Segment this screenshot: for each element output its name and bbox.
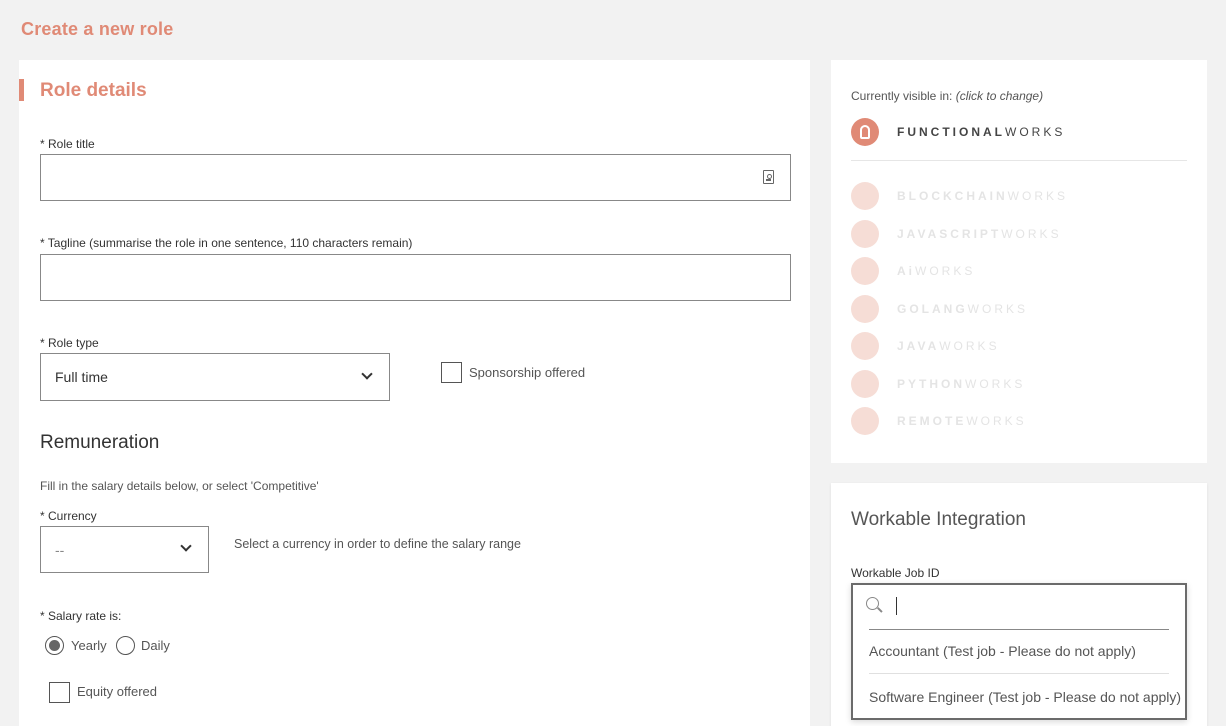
workable-job-dropdown[interactable]: Accountant (Test job - Please do not app… — [851, 583, 1187, 720]
job-option-accountant[interactable]: Accountant (Test job - Please do not app… — [869, 643, 1185, 659]
option-divider — [869, 673, 1169, 674]
tagline-label: * Tagline (summarise the role in one sen… — [40, 236, 413, 250]
visibility-card: Currently visible in: (click to change) … — [831, 60, 1207, 463]
brand-ai-name: AiWORKS — [897, 264, 976, 278]
brand-java-name: JAVAWORKS — [897, 339, 1000, 353]
brand-golang[interactable]: GOLANGWORKS — [851, 295, 1028, 323]
visibility-label-text: Currently visible in: — [851, 89, 953, 103]
functional-logo-icon — [851, 118, 879, 146]
blockchain-logo-icon — [851, 182, 879, 210]
currency-label: * Currency — [40, 509, 97, 523]
role-title-input[interactable] — [40, 154, 791, 201]
currency-hint: Select a currency in order to define the… — [234, 537, 521, 551]
brand-javascript-name: JAVASCRIPTWORKS — [897, 227, 1062, 241]
python-logo-icon — [851, 370, 879, 398]
chevron-down-icon — [361, 368, 373, 380]
salary-rate-label: * Salary rate is: — [40, 609, 122, 623]
brand-functional[interactable]: FUNCTIONALWORKS — [851, 118, 1065, 146]
brand-blockchain[interactable]: BLOCKCHAINWORKS — [851, 182, 1068, 210]
brand-python-name: PYTHONWORKS — [897, 377, 1026, 391]
tagline-input[interactable] — [40, 254, 791, 301]
brand-java[interactable]: JAVAWORKS — [851, 332, 1000, 360]
contact-card-icon[interactable] — [763, 170, 774, 184]
equity-label: Equity offered — [77, 684, 157, 699]
workable-job-id-label: Workable Job ID — [851, 566, 940, 580]
remuneration-hint: Fill in the salary details below, or sel… — [40, 479, 319, 493]
workable-title: Workable Integration — [851, 509, 1026, 530]
brand-golang-name: GOLANGWORKS — [897, 302, 1029, 316]
brand-functional-name: FUNCTIONALWORKS — [897, 125, 1066, 139]
brand-blockchain-name: BLOCKCHAINWORKS — [897, 189, 1069, 203]
sponsorship-checkbox[interactable] — [441, 362, 462, 383]
job-option-software-engineer[interactable]: Software Engineer (Test job - Please do … — [869, 689, 1185, 705]
rate-daily-label: Daily — [141, 638, 170, 653]
currency-select[interactable]: -- — [40, 526, 209, 573]
brand-remote[interactable]: REMOTEWORKS — [851, 407, 1027, 435]
remuneration-heading: Remuneration — [40, 432, 160, 453]
golang-logo-icon — [851, 295, 879, 323]
role-type-label: * Role type — [40, 336, 99, 350]
rate-daily-radio[interactable] — [116, 636, 135, 655]
remote-logo-icon — [851, 407, 879, 435]
brand-javascript[interactable]: JAVASCRIPTWORKS — [851, 220, 1062, 248]
rate-yearly-radio[interactable] — [45, 636, 64, 655]
search-icon — [866, 597, 879, 610]
javascript-logo-icon — [851, 220, 879, 248]
ai-logo-icon — [851, 257, 879, 285]
visibility-label: Currently visible in: (click to change) — [851, 89, 1043, 103]
brand-remote-name: REMOTEWORKS — [897, 414, 1027, 428]
equity-checkbox[interactable] — [49, 682, 70, 703]
visibility-label-hint: (click to change) — [955, 89, 1044, 103]
workable-job-search-input[interactable] — [895, 595, 1165, 617]
rate-yearly-label: Yearly — [71, 638, 107, 653]
role-title-label: * Role title — [40, 137, 95, 151]
role-form-card: Role details * Role title * Tagline (sum… — [19, 60, 810, 726]
currency-value: -- — [55, 542, 65, 558]
chevron-down-icon — [180, 540, 192, 552]
brand-python[interactable]: PYTHONWORKS — [851, 370, 1025, 398]
role-details-title: Role details — [40, 80, 147, 101]
sponsorship-label: Sponsorship offered — [469, 365, 586, 380]
search-underline — [869, 629, 1169, 630]
visibility-divider — [851, 160, 1187, 161]
brand-ai[interactable]: AiWORKS — [851, 257, 975, 285]
role-type-value: Full time — [55, 369, 108, 385]
role-type-select[interactable]: Full time — [40, 353, 390, 401]
text-caret — [896, 597, 897, 615]
section-accent-bar — [19, 79, 24, 101]
java-logo-icon — [851, 332, 879, 360]
page-title: Create a new role — [21, 19, 174, 39]
